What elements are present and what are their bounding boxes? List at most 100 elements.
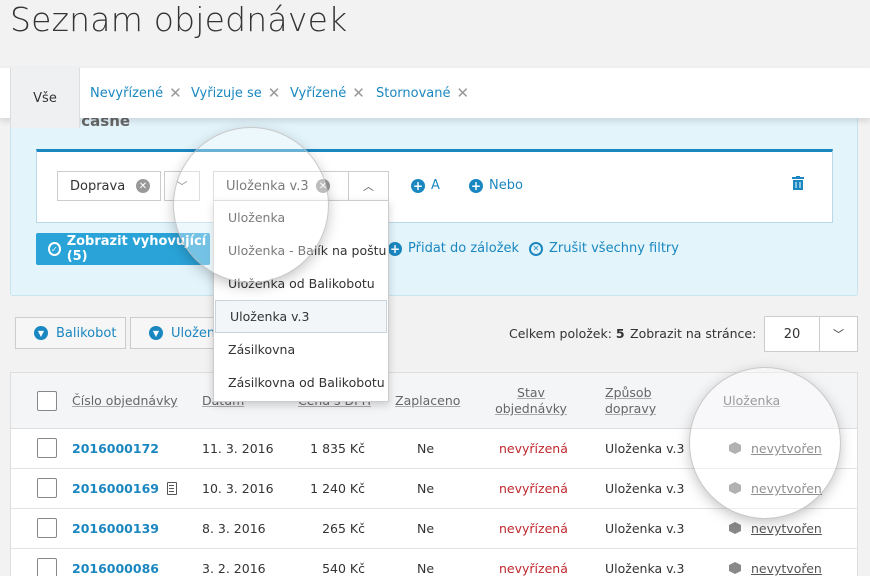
chevron-down-icon: ﹀: [176, 180, 188, 193]
ulozenka-status[interactable]: nevytvořen: [729, 561, 822, 576]
order-state: nevyřízená: [499, 481, 568, 496]
row-checkbox[interactable]: [37, 558, 57, 576]
field-select-toggle[interactable]: ﹀: [164, 171, 200, 201]
ulozenka-status-link[interactable]: nevytvořen: [751, 441, 822, 456]
order-number-link[interactable]: 2016000169: [72, 481, 159, 496]
order-state: nevyřízená: [499, 561, 568, 576]
order-state: nevyřízená: [499, 521, 568, 536]
trash-icon[interactable]: [792, 176, 804, 190]
ulozenka-status[interactable]: nevytvořen: [729, 481, 822, 496]
table-header: Číslo objednávky Datum Cena s DPH Zaplac…: [11, 373, 857, 429]
plus-icon: +: [469, 178, 483, 193]
order-paid: Ne: [417, 481, 435, 496]
add-and-label: A: [431, 178, 440, 193]
tab-nevyrizene[interactable]: Nevyřízené ✕: [90, 68, 182, 118]
ulozenka-button[interactable]: ▼ Uložen: [130, 317, 220, 349]
close-icon[interactable]: ✕: [169, 84, 182, 102]
package-icon: [729, 522, 741, 534]
order-paid: Ne: [417, 441, 435, 456]
clear-icon[interactable]: ✕: [316, 179, 330, 193]
clear-filters-button[interactable]: ✕ Zrušit všechny filtry: [529, 241, 679, 256]
table-row: 2016000172 11. 3. 2016 1 835 Kč Ne nevyř…: [11, 429, 857, 469]
per-page-value: 20: [783, 326, 801, 342]
tab-stornovane[interactable]: Stornované ✕: [376, 68, 469, 118]
dropdown-option[interactable]: Zásilkovna: [214, 333, 388, 366]
page-title: Seznam objednávek: [10, 0, 348, 39]
add-and-button[interactable]: + A: [411, 178, 440, 193]
ulozenka-status-link[interactable]: nevytvořen: [751, 521, 822, 536]
row-checkbox[interactable]: [37, 478, 57, 498]
field-select-value: Doprava: [70, 178, 126, 194]
clear-filters-label: Zrušit všechny filtry: [549, 241, 679, 256]
chevron-down-icon: ▼: [34, 326, 48, 340]
tab-label: Vše: [33, 90, 57, 106]
balikobot-button[interactable]: ▼ Balikobot: [15, 317, 126, 349]
add-bookmark-button[interactable]: + Přidat do záložek: [388, 241, 519, 256]
dropdown-option[interactable]: Uloženka - Balík na poštu: [214, 234, 388, 267]
value-select-toggle[interactable]: ︿: [348, 171, 389, 201]
total-value: 5: [615, 326, 625, 341]
order-date: 8. 3. 2016: [202, 521, 266, 536]
dropdown-option[interactable]: Uloženka od Balikobotu: [214, 267, 388, 300]
close-icon[interactable]: ✕: [268, 84, 281, 102]
order-price: 265 Kč: [322, 521, 365, 536]
col-order-number[interactable]: Číslo objednávky: [72, 393, 178, 409]
order-number-cell: 2016000169: [72, 481, 177, 496]
per-page-label: Zobrazit na stránce:: [630, 326, 757, 341]
add-or-label: Nebo: [489, 178, 523, 193]
order-shipping: Uloženka v.3: [605, 521, 685, 536]
col-state[interactable]: Stav objednávky: [495, 385, 567, 417]
row-checkbox[interactable]: [37, 518, 57, 538]
ulozenka-status[interactable]: nevytvořen: [729, 521, 822, 536]
add-or-button[interactable]: + Nebo: [469, 178, 523, 193]
order-number-link[interactable]: 2016000172: [72, 441, 159, 456]
dropdown-option-selected[interactable]: Uloženka v.3: [215, 300, 387, 333]
tab-vyrizene[interactable]: Vyřízené ✕: [290, 68, 365, 118]
show-matching-label: Zobrazit vyhovující (5): [66, 234, 207, 264]
order-price: 1 240 Kč: [310, 481, 365, 496]
dropdown-option[interactable]: Uloženka: [214, 201, 388, 234]
dropdown-option[interactable]: Zásilkovna od Balikobotu: [214, 366, 388, 399]
tab-label: Nevyřízené: [90, 85, 164, 101]
col-shipping[interactable]: Způsob dopravy: [605, 385, 675, 417]
per-page-toggle[interactable]: ﹀: [819, 316, 858, 352]
chevron-down-icon: ﹀: [833, 328, 844, 341]
col-ulozenka[interactable]: Uloženka: [723, 393, 780, 409]
close-icon[interactable]: ✕: [457, 84, 470, 102]
ulozenka-status-link[interactable]: nevytvořen: [751, 561, 822, 576]
clear-icon[interactable]: ✕: [136, 179, 150, 193]
tab-label: Vyřizuje se: [191, 85, 262, 101]
chevron-down-icon: ▼: [149, 326, 163, 340]
col-paid[interactable]: Zaplaceno: [395, 393, 460, 409]
order-number-link[interactable]: 2016000139: [72, 521, 159, 536]
row-checkbox[interactable]: [37, 438, 57, 458]
tab-all[interactable]: Vše: [10, 68, 80, 128]
balikobot-label: Balikobot: [56, 325, 117, 341]
table-row: 2016000169 10. 3. 2016 1 240 Kč Ne nevyř…: [11, 469, 857, 509]
clipboard-icon: [166, 482, 177, 495]
select-all-checkbox[interactable]: [37, 391, 57, 411]
orders-table: Číslo objednávky Datum Cena s DPH Zaplac…: [10, 372, 858, 576]
per-page-select[interactable]: 20: [764, 316, 820, 352]
order-paid: Ne: [417, 521, 435, 536]
order-date: 3. 2. 2016: [202, 561, 266, 576]
ulozenka-label: Uložen: [171, 325, 216, 341]
show-matching-button[interactable]: ✓ Zobrazit vyhovující (5): [36, 233, 210, 265]
field-select[interactable]: Doprava ✕: [57, 171, 161, 201]
order-price: 540 Kč: [322, 561, 365, 576]
tab-label: Stornované: [376, 85, 451, 101]
close-icon[interactable]: ✕: [352, 84, 365, 102]
ulozenka-status[interactable]: nevytvořen: [729, 441, 822, 456]
package-icon: [729, 442, 741, 454]
order-number-link[interactable]: 2016000086: [72, 561, 159, 576]
table-row: 2016000086 3. 2. 2016 540 Kč Ne nevyříze…: [11, 549, 857, 576]
tab-label: Vyřízené: [290, 85, 347, 101]
value-select[interactable]: Uloženka v.3 ✕: [213, 171, 349, 201]
order-date: 11. 3. 2016: [202, 441, 274, 456]
tab-vyrizuje-se[interactable]: Vyřizuje se ✕: [191, 68, 280, 118]
plus-icon: +: [411, 178, 425, 193]
total-items: Celkem položek: 5: [509, 326, 625, 341]
ulozenka-status-link[interactable]: nevytvořen: [751, 481, 822, 496]
chevron-up-icon: ︿: [363, 180, 374, 193]
value-select-value: Uloženka v.3: [226, 178, 309, 194]
